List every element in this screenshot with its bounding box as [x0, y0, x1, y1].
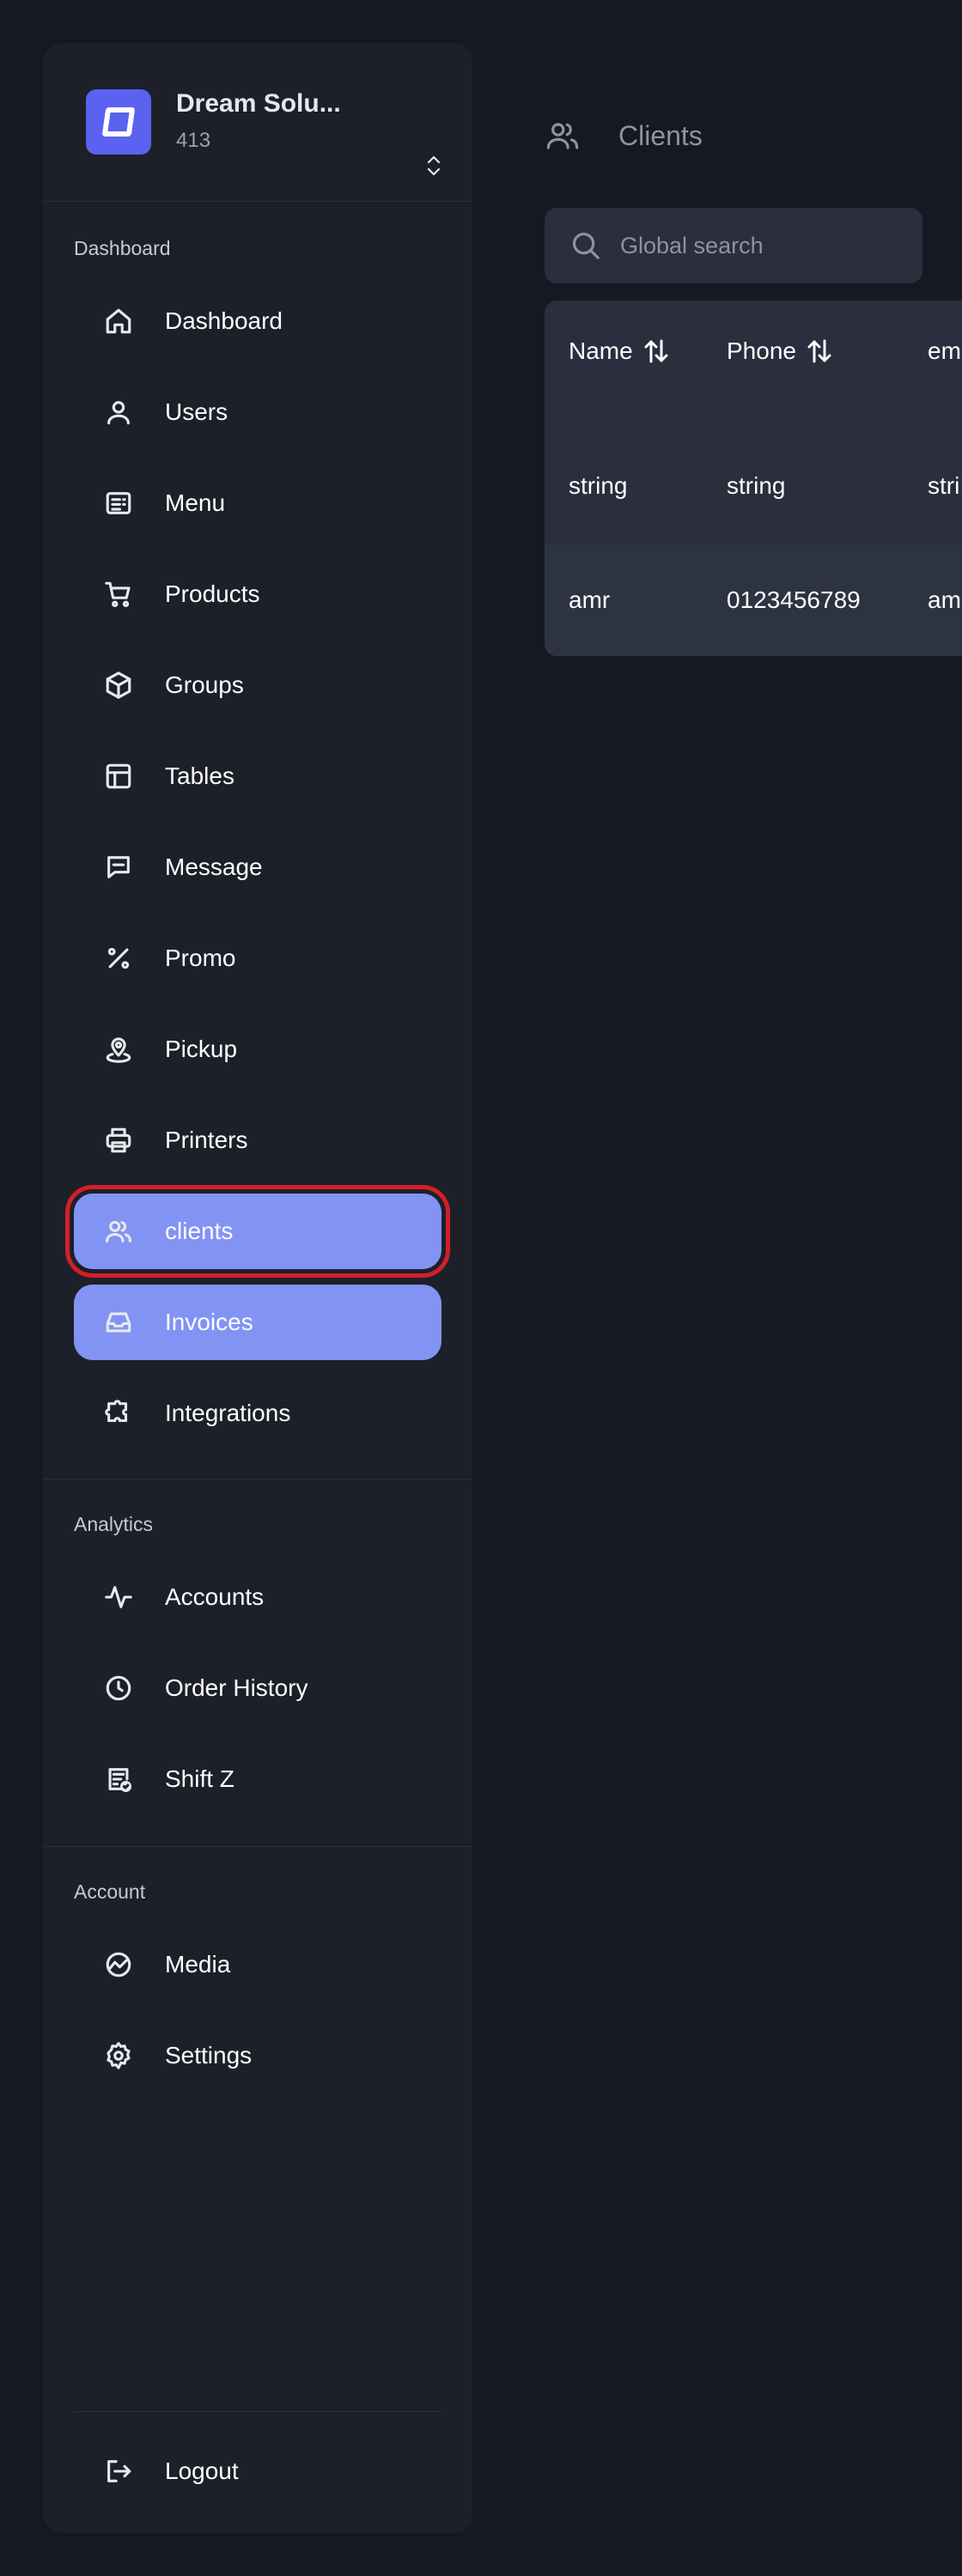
map-pin-icon — [101, 1032, 136, 1066]
sort-icon[interactable] — [643, 337, 669, 365]
clients-table: Name Phone em string string stri amr 012… — [545, 301, 962, 656]
sidebar-item-tables[interactable]: Tables — [74, 738, 441, 814]
sidebar-item-label: Media — [165, 1951, 231, 1978]
section-label-dashboard: Dashboard — [74, 237, 171, 259]
sidebar-item-groups[interactable]: Groups — [74, 647, 441, 723]
sidebar-item-settings[interactable]: Settings — [74, 2018, 441, 2093]
inbox-icon — [101, 1305, 136, 1340]
clock-icon — [101, 1671, 136, 1705]
sidebar-item-label: Products — [165, 580, 260, 607]
column-label: Name — [569, 337, 633, 364]
divider — [74, 2411, 441, 2412]
cart-icon — [101, 577, 136, 611]
sidebar-item-dashboard[interactable]: Dashboard — [74, 283, 441, 359]
sidebar: Dream Solu... 413 Dashboard Dashboard Us… — [43, 43, 472, 2533]
sidebar-item-products[interactable]: Products — [74, 556, 441, 632]
puzzle-icon — [101, 1396, 136, 1431]
sidebar-item-accounts[interactable]: Accounts — [74, 1559, 441, 1635]
sidebar-item-label: clients — [165, 1218, 234, 1244]
search-icon — [567, 227, 605, 264]
sidebar-item-media[interactable]: Media — [74, 1927, 441, 2002]
sidebar-item-invoices[interactable]: Invoices — [74, 1285, 441, 1360]
activity-icon — [101, 1580, 136, 1614]
sidebar-item-label: Users — [165, 398, 228, 425]
column-header-name[interactable]: Name — [569, 330, 669, 373]
sidebar-item-label: Pickup — [165, 1036, 238, 1062]
sidebar-item-label: Printers — [165, 1127, 248, 1153]
column-header-phone[interactable]: Phone — [727, 330, 832, 373]
column-header-email[interactable]: em — [928, 330, 961, 373]
sidebar-item-label: Tables — [165, 762, 234, 789]
org-id: 413 — [176, 129, 211, 152]
sidebar-item-shift-z[interactable]: Shift Z — [74, 1741, 441, 1817]
sidebar-item-users[interactable]: Users — [74, 374, 441, 450]
section-label-account: Account — [74, 1880, 146, 1903]
column-label: em — [928, 337, 961, 364]
sort-icon[interactable] — [807, 337, 832, 365]
sidebar-item-label: Dashboard — [165, 307, 283, 334]
chart-circle-icon — [101, 1947, 136, 1982]
column-filter-name[interactable]: string — [569, 472, 627, 500]
home-icon — [101, 304, 136, 338]
report-check-icon — [101, 1762, 136, 1796]
printer-icon — [101, 1123, 136, 1157]
column-filter-email[interactable]: stri — [928, 472, 959, 500]
page-header: Clients — [543, 112, 703, 160]
sidebar-item-label: Promo — [165, 945, 236, 971]
sidebar-item-printers[interactable]: Printers — [74, 1103, 441, 1178]
cell-email: am — [928, 586, 961, 613]
sidebar-item-integrations[interactable]: Integrations — [74, 1376, 441, 1451]
sidebar-item-clients[interactable]: clients — [65, 1185, 450, 1278]
sidebar-item-label: Groups — [165, 671, 244, 698]
org-name: Dream Solu... — [176, 89, 341, 118]
sidebar-item-pickup[interactable]: Pickup — [74, 1012, 441, 1087]
percent-icon — [101, 941, 136, 975]
sidebar-item-message[interactable]: Message — [74, 829, 441, 905]
column-filter-phone[interactable]: string — [727, 472, 785, 500]
table-row[interactable]: amr 0123456789 am — [545, 544, 962, 656]
cell-phone: 0123456789 — [727, 586, 861, 613]
sidebar-item-label: Integrations — [165, 1400, 291, 1426]
sidebar-item-label: Invoices — [165, 1309, 253, 1335]
users-icon — [101, 1214, 136, 1249]
sidebar-item-label: Menu — [165, 489, 226, 516]
sidebar-item-label: Shift Z — [165, 1765, 234, 1792]
sidebar-item-label: Message — [165, 854, 263, 880]
global-search[interactable] — [545, 208, 922, 283]
org-switcher[interactable]: Dream Solu... 413 — [43, 43, 472, 202]
page-title: Clients — [618, 119, 703, 151]
column-label: Phone — [727, 337, 796, 364]
chevron-up-down-icon[interactable] — [421, 153, 447, 179]
sidebar-item-menu[interactable]: Menu — [74, 465, 441, 541]
user-icon — [101, 395, 136, 429]
logout-button[interactable]: Logout — [74, 2433, 441, 2509]
logout-label: Logout — [165, 2458, 239, 2484]
message-icon — [101, 850, 136, 884]
logout-icon — [101, 2454, 136, 2488]
menu-card-icon — [101, 486, 136, 520]
divider — [43, 1846, 472, 1847]
box-icon — [101, 668, 136, 702]
gear-icon — [101, 2038, 136, 2073]
table-header: Name Phone em string string stri — [545, 301, 962, 544]
users-icon — [543, 116, 582, 155]
section-label-analytics: Analytics — [74, 1513, 154, 1535]
sidebar-item-label: Accounts — [165, 1583, 265, 1610]
sidebar-item-label: Order History — [165, 1674, 308, 1701]
sidebar-item-order-history[interactable]: Order History — [74, 1650, 441, 1726]
sidebar-item-label: Settings — [165, 2042, 253, 2069]
search-input[interactable] — [620, 232, 904, 259]
brand-logo — [86, 89, 151, 155]
sidebar-item-promo[interactable]: Promo — [74, 920, 441, 996]
cell-name: amr — [569, 586, 611, 613]
table-icon — [101, 759, 136, 793]
